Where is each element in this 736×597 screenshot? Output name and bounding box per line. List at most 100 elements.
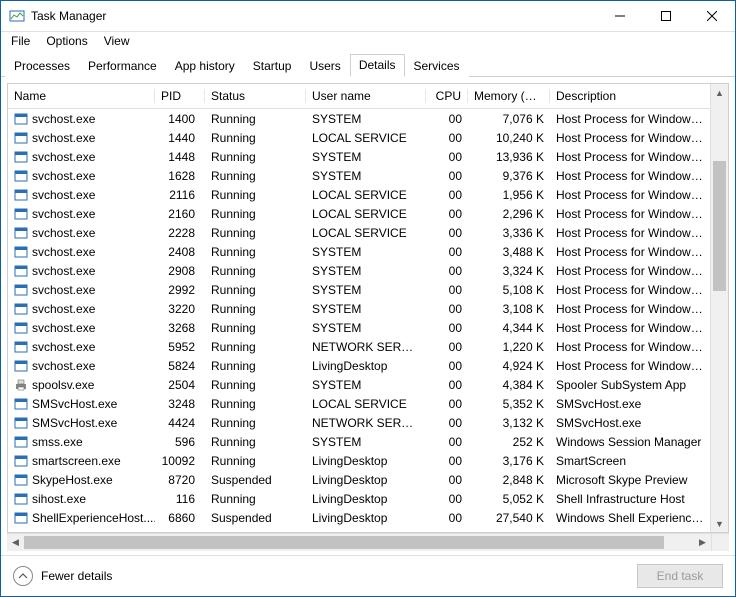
process-name: svchost.exe [32,359,95,373]
table-row[interactable]: svchost.exe2228RunningLOCAL SERVICE003,3… [8,223,710,242]
table-row[interactable]: spoolsv.exe2504RunningSYSTEM004,384 KSpo… [8,375,710,394]
table-row[interactable]: smss.exe596RunningSYSTEM00252 KWindows S… [8,432,710,451]
process-user: LivingDesktop [306,511,426,525]
col-header-name[interactable]: Name [8,89,155,103]
scroll-track[interactable] [711,101,728,515]
process-description: Host Process for Windows Serv [550,188,710,202]
process-icon [14,340,28,354]
tab-users[interactable]: Users [300,55,349,77]
end-task-button[interactable]: End task [637,564,723,588]
process-name: smss.exe [32,435,83,449]
table-row[interactable]: svchost.exe2116RunningLOCAL SERVICE001,9… [8,185,710,204]
close-button[interactable] [689,1,735,31]
process-memory: 7,076 K [468,112,550,126]
process-status: Running [205,131,306,145]
process-name: svchost.exe [32,264,95,278]
process-name: SMSvcHost.exe [32,416,117,430]
menu-file[interactable]: File [11,34,30,48]
table-row[interactable]: svchost.exe1400RunningSYSTEM007,076 KHos… [8,109,710,128]
process-memory: 3,176 K [468,454,550,468]
scroll-left-arrow-icon[interactable]: ◀ [7,534,24,551]
process-description: SMSvcHost.exe [550,416,710,430]
tab-bar: Processes Performance App history Startu… [1,52,735,77]
table-row[interactable]: svchost.exe5952RunningNETWORK SERVICE001… [8,337,710,356]
process-cpu: 00 [426,435,468,449]
process-pid: 3268 [155,321,205,335]
tab-startup[interactable]: Startup [244,55,301,77]
process-description: Host Process for Windows Serv [550,150,710,164]
table-row[interactable]: svchost.exe2908RunningSYSTEM003,324 KHos… [8,261,710,280]
minimize-button[interactable] [597,1,643,31]
scroll-right-arrow-icon[interactable]: ▶ [694,534,711,551]
process-user: SYSTEM [306,264,426,278]
table-row[interactable]: svchost.exe2408RunningSYSTEM003,488 KHos… [8,242,710,261]
table-row[interactable]: smartscreen.exe10092RunningLivingDesktop… [8,451,710,470]
process-pid: 6860 [155,511,205,525]
col-header-pid[interactable]: PID [155,89,205,103]
table-row[interactable]: SMSvcHost.exe4424RunningNETWORK SERVICE0… [8,413,710,432]
app-icon [9,8,25,24]
menubar: File Options View [1,32,735,52]
table-row[interactable]: ShellExperienceHost....6860SuspendedLivi… [8,508,710,527]
col-header-user[interactable]: User name [306,89,426,103]
table-row[interactable]: svchost.exe3220RunningSYSTEM003,108 KHos… [8,299,710,318]
process-user: LOCAL SERVICE [306,188,426,202]
process-user: SYSTEM [306,435,426,449]
horizontal-scrollbar[interactable]: ◀ ▶ [7,533,729,551]
process-cpu: 00 [426,169,468,183]
process-description: Microsoft Skype Preview [550,473,710,487]
process-name: svchost.exe [32,207,95,221]
process-name: svchost.exe [32,112,95,126]
maximize-button[interactable] [643,1,689,31]
chevron-up-icon [13,566,33,586]
fewer-details-button[interactable]: Fewer details [13,566,112,586]
process-status: Running [205,188,306,202]
process-icon [14,264,28,278]
col-header-memory[interactable]: Memory (pri... [468,89,550,103]
process-name: svchost.exe [32,150,95,164]
process-user: SYSTEM [306,169,426,183]
col-header-status[interactable]: Status [205,89,306,103]
process-memory: 13,936 K [468,150,550,164]
tab-details[interactable]: Details [350,54,405,77]
table-row[interactable]: SkypeHost.exe8720SuspendedLivingDesktop0… [8,470,710,489]
process-rows: svchost.exe1400RunningSYSTEM007,076 KHos… [8,109,710,532]
tab-app-history[interactable]: App history [166,55,244,77]
process-memory: 4,344 K [468,321,550,335]
table-row[interactable]: svchost.exe1448RunningSYSTEM0013,936 KHo… [8,147,710,166]
process-cpu: 00 [426,150,468,164]
table-row[interactable]: svchost.exe2992RunningSYSTEM005,108 KHos… [8,280,710,299]
vertical-scrollbar[interactable]: ▲ ▼ [710,84,728,532]
table-row[interactable]: svchost.exe3268RunningSYSTEM004,344 KHos… [8,318,710,337]
process-description: Host Process for Windows Serv [550,264,710,278]
menu-view[interactable]: View [104,34,130,48]
process-icon [14,416,28,430]
table-row[interactable]: svchost.exe1628RunningSYSTEM009,376 KHos… [8,166,710,185]
col-header-cpu[interactable]: CPU [426,89,468,103]
table-row[interactable]: svchost.exe1440RunningLOCAL SERVICE0010,… [8,128,710,147]
footer: Fewer details End task [1,555,735,596]
scroll-up-arrow-icon[interactable]: ▲ [711,84,728,101]
process-name: svchost.exe [32,283,95,297]
table-row[interactable]: svchost.exe5824RunningLivingDesktop004,9… [8,356,710,375]
scroll-down-arrow-icon[interactable]: ▼ [711,515,728,532]
tab-processes[interactable]: Processes [5,55,79,77]
table-row[interactable]: svchost.exe2160RunningLOCAL SERVICE002,2… [8,204,710,223]
col-header-description[interactable]: Description [550,89,710,103]
process-pid: 1628 [155,169,205,183]
process-cpu: 00 [426,454,468,468]
table-row[interactable]: sihost.exe116RunningLivingDesktop005,052… [8,489,710,508]
tab-performance[interactable]: Performance [79,55,166,77]
table-row[interactable]: SMSvcHost.exe3248RunningLOCAL SERVICE005… [8,394,710,413]
hscroll-track[interactable] [24,534,694,551]
window-title: Task Manager [31,9,597,23]
process-user: SYSTEM [306,245,426,259]
process-name: svchost.exe [32,131,95,145]
process-icon [14,245,28,259]
scroll-thumb[interactable] [713,161,726,291]
hscroll-thumb[interactable] [24,536,664,549]
tab-services[interactable]: Services [405,55,469,77]
process-icon [14,150,28,164]
menu-options[interactable]: Options [46,34,87,48]
process-pid: 2116 [155,188,205,202]
